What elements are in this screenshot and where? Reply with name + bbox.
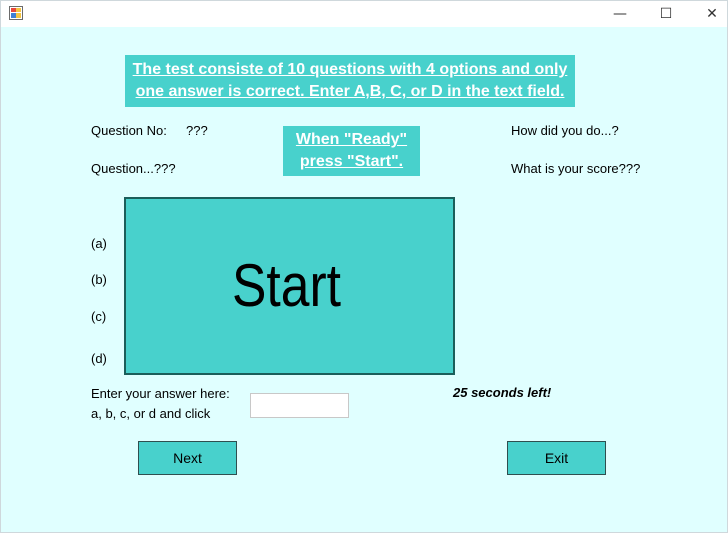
start-label: Start xyxy=(232,252,341,319)
answer-prompt-line-1: Enter your answer here: xyxy=(91,386,230,401)
question-number-value: ??? xyxy=(186,123,208,138)
option-b-label: (b) xyxy=(91,272,107,287)
question-number-label: Question No: xyxy=(91,123,167,138)
score-label: What is your score??? xyxy=(511,161,641,176)
title-bar: — ☐ ✕ xyxy=(1,1,727,27)
performance-label: How did you do...? xyxy=(511,123,619,138)
answer-input[interactable] xyxy=(250,393,349,418)
option-d-label: (d) xyxy=(91,351,107,366)
next-button[interactable]: Next xyxy=(138,441,237,475)
close-button[interactable]: ✕ xyxy=(689,1,727,27)
app-window: — ☐ ✕ The test consiste of 10 questions … xyxy=(0,0,728,533)
timer-text: 25 seconds left! xyxy=(453,385,552,400)
app-form-icon xyxy=(9,6,23,20)
question-text: Question...??? xyxy=(91,161,176,176)
exit-button[interactable]: Exit xyxy=(507,441,606,475)
answer-prompt-line-2: a, b, c, or d and click xyxy=(91,406,211,421)
minimize-button[interactable]: — xyxy=(597,1,643,27)
ready-banner: When "Ready" press "Start". xyxy=(283,126,420,176)
option-c-label: (c) xyxy=(91,309,107,324)
instructions-line-1: The test consiste of 10 questions with 4… xyxy=(132,61,568,78)
instructions-banner: The test consiste of 10 questions with 4… xyxy=(125,55,575,107)
maximize-button[interactable]: ☐ xyxy=(643,1,689,27)
instructions-line-2: one answer is correct. Enter A,B, C, or … xyxy=(135,83,565,100)
start-panel[interactable]: Start xyxy=(124,197,455,375)
option-a-label: (a) xyxy=(91,236,107,251)
ready-line-2: press "Start". xyxy=(299,153,404,170)
ready-line-1: When "Ready" xyxy=(295,131,408,148)
